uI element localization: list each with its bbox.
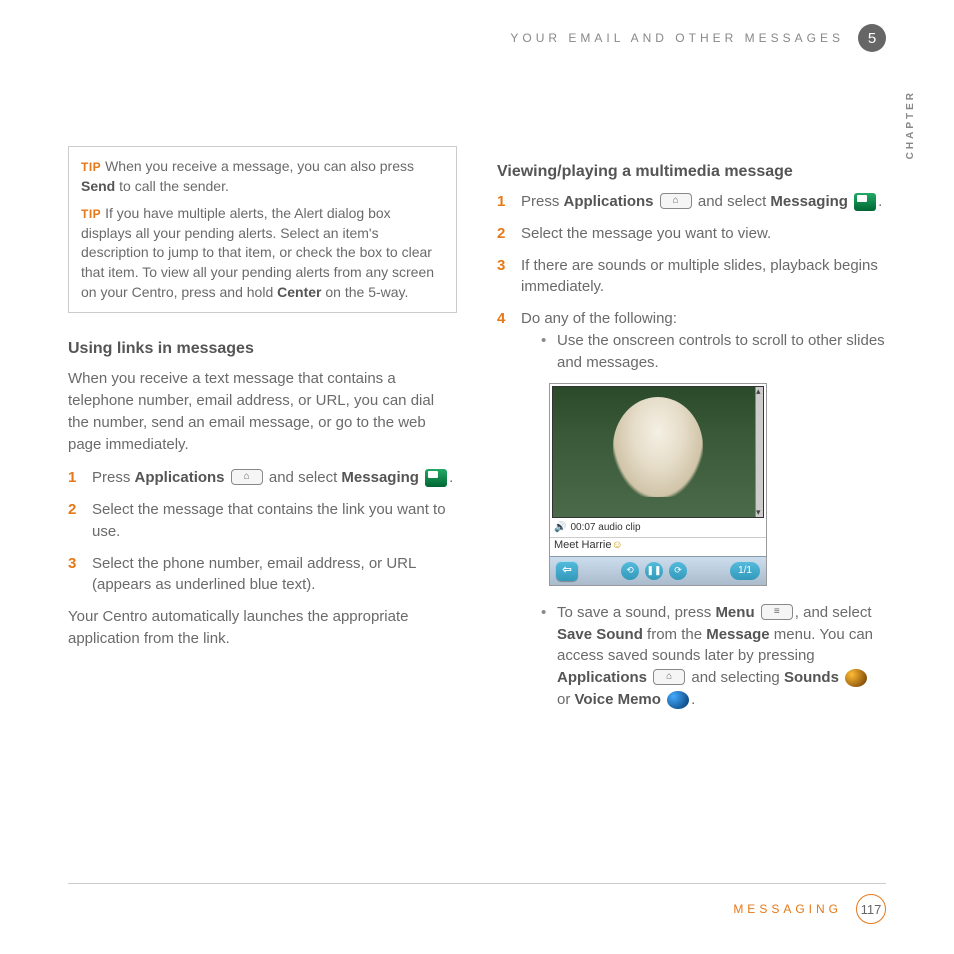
home-key-icon	[660, 193, 692, 209]
audio-clip-meta: 🔊 00:07 audio clip	[550, 520, 766, 537]
right-column: Viewing/playing a multimedia message 1 P…	[497, 146, 886, 731]
page-header: YOUR EMAIL AND OTHER MESSAGES 5	[510, 24, 886, 52]
home-key-icon	[653, 669, 685, 685]
links-intro: When you receive a text message that con…	[68, 368, 457, 455]
step-2: 2 Select the message that contains the l…	[68, 499, 457, 543]
menu-key-icon	[761, 604, 793, 620]
tip-label: TIP	[81, 207, 101, 221]
mms-caption: Meet Harrie☺	[550, 537, 766, 556]
section-title-multimedia: Viewing/playing a multimedia message	[497, 160, 886, 183]
links-outro: Your Centro automatically launches the a…	[68, 606, 457, 650]
step-1: 1 Press Applications and select Messagin…	[497, 191, 886, 213]
next-button[interactable]: ⟳	[669, 562, 687, 580]
bullet-save-sound: To save a sound, press Menu , and select…	[541, 602, 886, 711]
prev-button[interactable]: ⟲	[621, 562, 639, 580]
speaker-icon: 🔊	[554, 521, 566, 536]
mms-screenshot: 🔊 00:07 audio clip Meet Harrie☺ ⇦ ⟲ ❚❚	[549, 383, 767, 585]
step-2: 2 Select the message you want to view.	[497, 223, 886, 245]
multimedia-steps: 1 Press Applications and select Messagin…	[497, 191, 886, 720]
back-button[interactable]: ⇦	[556, 561, 578, 581]
home-key-icon	[231, 469, 263, 485]
page-number: 117	[856, 894, 886, 924]
messaging-icon	[854, 193, 876, 211]
sounds-icon	[845, 669, 867, 687]
footer-section-label: MESSAGING	[733, 902, 842, 916]
pause-button[interactable]: ❚❚	[645, 562, 663, 580]
left-column: TIP When you receive a message, you can …	[68, 146, 457, 731]
tip-2: TIP If you have multiple alerts, the Ale…	[81, 204, 444, 302]
mms-photo	[552, 386, 764, 518]
step-3: 3 If there are sounds or multiple slides…	[497, 255, 886, 299]
slide-counter: 1/1	[730, 562, 760, 581]
tip-box: TIP When you receive a message, you can …	[68, 146, 457, 313]
chapter-side-label: CHAPTER	[905, 90, 916, 159]
tip-label: TIP	[81, 160, 101, 174]
section-title-links: Using links in messages	[68, 337, 457, 360]
scrollbar[interactable]	[755, 387, 763, 517]
chapter-number-badge: 5	[858, 24, 886, 52]
voice-memo-icon	[667, 691, 689, 709]
tip-1: TIP When you receive a message, you can …	[81, 157, 444, 196]
step-3: 3 Select the phone number, email address…	[68, 553, 457, 597]
smiley-icon: ☺	[611, 539, 622, 551]
step-4: 4 Do any of the following: Use the onscr…	[497, 308, 886, 720]
links-steps: 1 Press Applications and select Messagin…	[68, 467, 457, 596]
messaging-icon	[425, 469, 447, 487]
step-1: 1 Press Applications and select Messagin…	[68, 467, 457, 489]
mms-controls: ⇦ ⟲ ❚❚ ⟳ 1/1	[550, 556, 766, 585]
page-footer: MESSAGING 117	[68, 883, 886, 924]
header-title: YOUR EMAIL AND OTHER MESSAGES	[510, 31, 844, 45]
bullet-onscreen-controls: Use the onscreen controls to scroll to o…	[541, 330, 886, 374]
